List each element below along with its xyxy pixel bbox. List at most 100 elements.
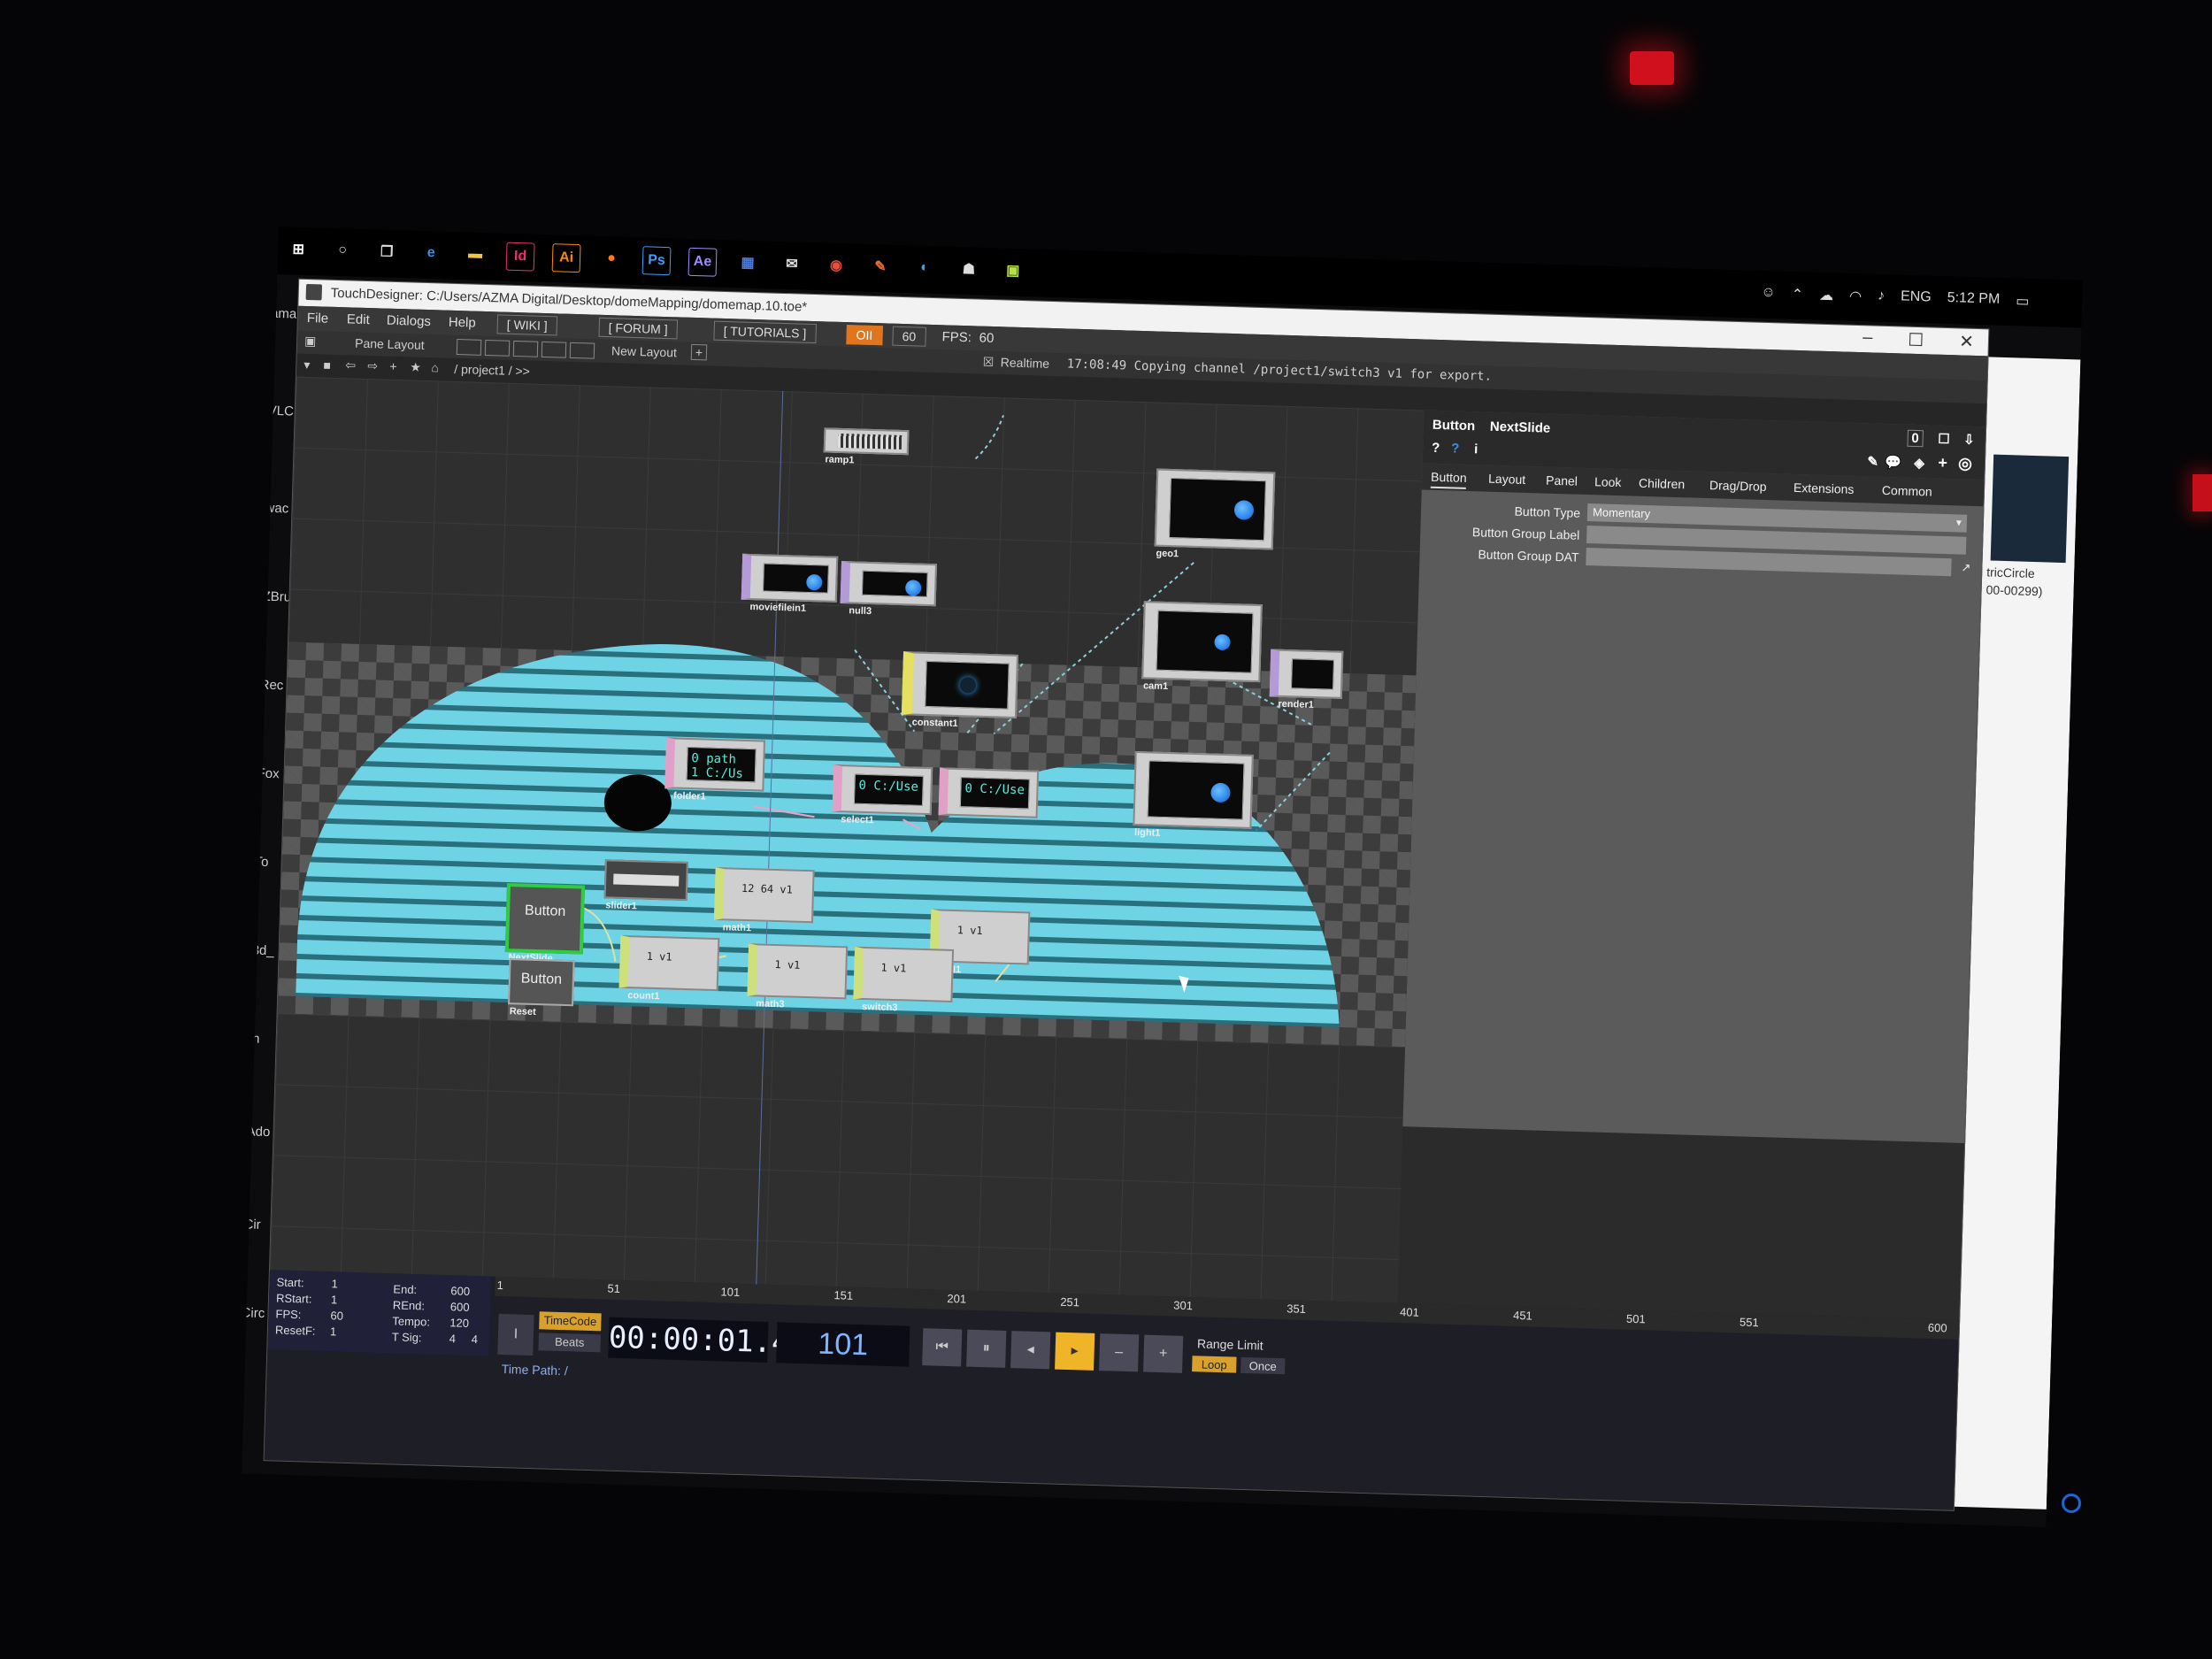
wiki-link[interactable]: [ WIKI ] [496,314,558,336]
folder-icon[interactable]: ▬ [462,241,489,268]
forum-link[interactable]: [ FORUM ] [598,317,678,340]
realtime-checkbox[interactable]: ☒ [983,355,995,370]
node-null3[interactable]: null3 [840,561,938,617]
chrome-icon[interactable]: ◉ [823,251,850,279]
tab-panel[interactable]: Panel [1546,473,1578,488]
help-icon[interactable]: ? [1432,441,1440,456]
tab-button[interactable]: Button [1430,469,1467,489]
minimize-button[interactable]: – [1863,327,1873,349]
oii-indicator[interactable]: OII [846,325,883,346]
arrow-icon[interactable]: ↗ [1961,561,1970,575]
node-light[interactable]: light1 [1133,750,1254,839]
once-toggle[interactable]: Once [1240,1356,1286,1375]
op-name[interactable]: NextSlide [1490,419,1551,436]
comment-icon[interactable]: 💬 [1885,454,1901,471]
indesign-icon[interactable]: Id [505,242,535,272]
desktop-label[interactable]: ZBru [262,589,291,605]
dropdown-icon[interactable]: ▾ [303,357,311,373]
photoshop-icon[interactable]: Ps [641,246,672,276]
tempo-value[interactable]: 120 [449,1316,469,1330]
close-button[interactable]: ✕ [1959,330,1974,352]
pause-button[interactable]: ⏸ [966,1329,1007,1368]
desktop-label[interactable]: wac [265,501,288,517]
play-forward-button[interactable]: ▸ [1055,1332,1095,1371]
people-icon[interactable]: ☺ [1761,285,1776,303]
start-value[interactable]: 1 [331,1277,338,1290]
menu-file[interactable]: File [307,311,329,326]
desktop-label[interactable]: Rec [259,678,283,694]
tab-extensions[interactable]: Extensions [1793,480,1855,496]
task-view-icon[interactable]: ❐ [373,238,401,265]
cloud-icon[interactable]: ☁ [1819,287,1834,304]
python-help-icon[interactable]: ? [1451,441,1460,456]
app3-icon[interactable]: ◐ [910,254,938,281]
play-backward-button[interactable]: ◂ [1010,1331,1051,1370]
step-back-button[interactable]: – [1099,1333,1140,1372]
menu-dialogs[interactable]: Dialogs [387,313,432,329]
desktop-label[interactable]: Cir [243,1217,261,1233]
layout-split-h-button[interactable] [512,340,539,357]
desktop-label[interactable]: Ado [246,1124,270,1140]
desktop-label[interactable]: in [250,1031,260,1046]
node-moviefilein[interactable]: moviefilein1 [741,553,839,614]
rstart-value[interactable]: 1 [331,1293,338,1306]
tab-children[interactable]: Children [1639,476,1686,492]
fps-cap[interactable]: 60 [892,326,926,347]
home-icon[interactable]: ⌂ [431,360,439,374]
button-nextslide-node[interactable]: Button NextSlide [504,882,586,964]
tsig-value[interactable]: 4 [449,1332,457,1345]
menu-help[interactable]: Help [449,315,476,331]
panel-zero-button[interactable]: 0 [1907,429,1924,448]
settings-icon[interactable]: ◎ [1958,454,1972,472]
node-switch[interactable]: 1 v1 switch3 [853,946,955,1013]
edit-icon[interactable]: ✎ [1867,453,1878,469]
layout-icon[interactable]: ▣ [304,334,317,349]
end-value[interactable]: 600 [450,1284,470,1298]
firefox-icon[interactable]: ● [598,245,626,273]
windows-icon[interactable]: ⊞ [285,235,312,263]
timecode-display[interactable]: 00:00:01.40 [608,1317,809,1363]
maximize-button[interactable]: ☐ [1908,329,1924,352]
cortana-icon[interactable]: ○ [329,237,357,265]
tsig-value[interactable]: 4 [472,1333,479,1346]
tab-look[interactable]: Look [1594,474,1622,489]
volume-icon[interactable]: ♪ [1878,288,1886,306]
desktop-label[interactable]: Circ [242,1305,265,1321]
timeline-menu-icon[interactable]: I [497,1313,534,1356]
aftereffects-icon[interactable]: Ae [687,247,718,277]
node-select1[interactable]: 0 C:/Use select1 [832,764,933,826]
desktop-label[interactable]: VLC [268,403,295,419]
node-slider[interactable]: slider1 [603,859,688,911]
loop-toggle[interactable]: Loop [1192,1356,1237,1373]
tab-layout[interactable]: Layout [1488,472,1526,487]
add-icon[interactable]: + [690,343,708,361]
language-indicator[interactable]: ENG [1901,288,1932,307]
clock[interactable]: 5:12 PM [1947,290,2000,310]
fps-value[interactable]: 60 [330,1309,343,1322]
desktop-label[interactable]: ama [271,306,297,322]
app2-icon[interactable]: ✎ [867,253,895,280]
tab-common[interactable]: Common [1882,483,1932,499]
slider-track[interactable] [613,873,680,887]
panel-down-icon[interactable]: ⇩ [1963,432,1975,448]
add-icon[interactable]: + [389,359,397,373]
notifications-icon[interactable]: ▭ [2016,292,2030,310]
new-layout-button[interactable]: New Layout [611,343,677,359]
button-reset-node[interactable]: Button Reset [508,958,575,1018]
resetf-value[interactable]: 1 [330,1325,337,1338]
node-render[interactable]: render1 [1269,649,1344,710]
rewind-button[interactable]: ⏮ [922,1328,963,1367]
desktop-label[interactable]: 3d_ [251,942,274,958]
frame-display[interactable]: 101 [776,1322,910,1367]
node-math1[interactable]: 12 64 v1 math1 [713,866,815,933]
desktop-label[interactable]: To [254,855,268,870]
python-icon[interactable]: ◈ [1914,455,1924,471]
edge-icon[interactable]: e [418,240,445,267]
panel-maximize-icon[interactable]: ☐ [1938,431,1950,447]
node-count[interactable]: 1 v1 count1 [618,934,720,1002]
chevron-up-icon[interactable]: ⌃ [1791,286,1803,303]
stop-icon[interactable]: ■ [323,358,331,373]
node-cam[interactable]: cam1 [1141,601,1263,692]
app4-icon[interactable]: ☗ [955,256,982,283]
wifi-icon[interactable]: ◠ [1849,288,1863,305]
